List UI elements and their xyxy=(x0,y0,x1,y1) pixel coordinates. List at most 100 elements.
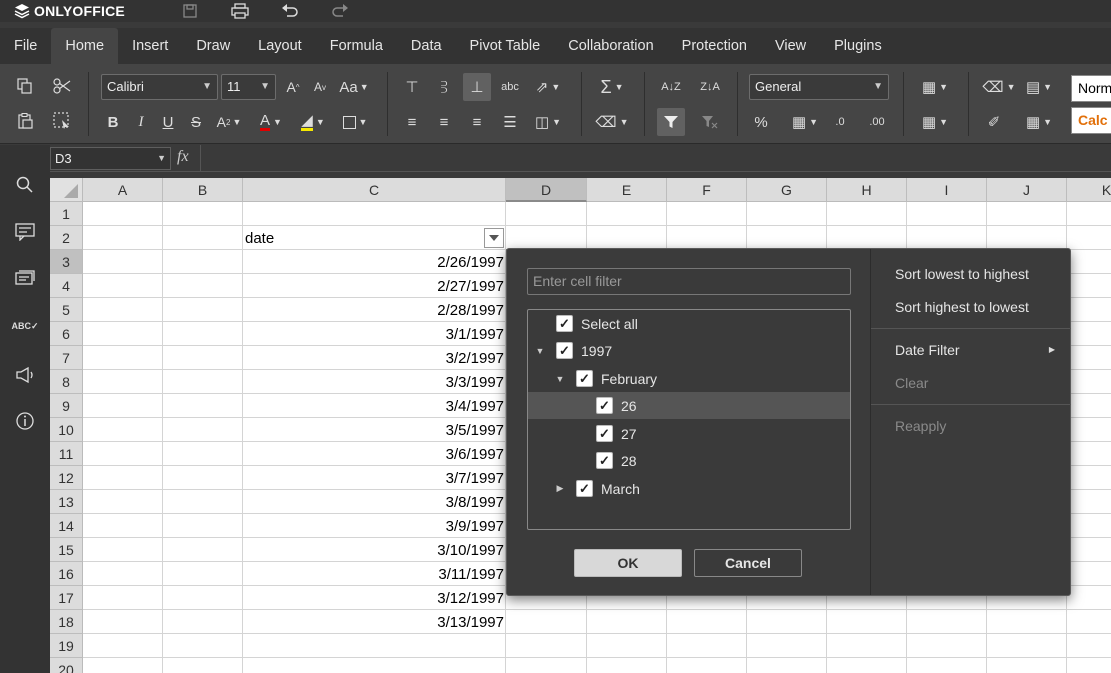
row-header-14[interactable]: 14 xyxy=(50,514,83,538)
row-header-13[interactable]: 13 xyxy=(50,490,83,514)
clear-filter-icon[interactable] xyxy=(696,108,724,136)
cell-c11[interactable]: 3/6/1997 xyxy=(243,442,504,466)
align-top-icon[interactable]: ⊤ xyxy=(398,73,426,101)
row-header-19[interactable]: 19 xyxy=(50,634,83,658)
tab-collaboration[interactable]: Collaboration xyxy=(554,28,667,64)
increase-decimal-icon[interactable]: .00 xyxy=(863,108,891,136)
tab-file[interactable]: File xyxy=(0,28,51,64)
formula-input[interactable] xyxy=(205,149,1105,169)
justify-icon[interactable]: ☰ xyxy=(496,108,524,136)
decrease-decimal-icon[interactable]: .0 xyxy=(826,108,854,136)
accounting-icon[interactable]: ▦ ▼ xyxy=(786,108,824,136)
tab-pivot-table[interactable]: Pivot Table xyxy=(456,28,555,64)
autofilter-dropdown-button[interactable] xyxy=(484,228,504,248)
cell-c15[interactable]: 3/10/1997 xyxy=(243,538,504,562)
filter-item-february[interactable]: ▼ ✓ February xyxy=(528,365,850,392)
filter-icon[interactable] xyxy=(657,108,685,136)
filter-item-select-all[interactable]: ✓ Select all xyxy=(528,310,850,337)
cell-c16[interactable]: 3/11/1997 xyxy=(243,562,504,586)
paste-icon[interactable] xyxy=(11,107,39,135)
row-header-16[interactable]: 16 xyxy=(50,562,83,586)
row-header-1[interactable]: 1 xyxy=(50,202,83,226)
column-header-k[interactable]: K xyxy=(1067,178,1111,202)
row-header-10[interactable]: 10 xyxy=(50,418,83,442)
redo-icon[interactable] xyxy=(315,0,365,22)
row-header-11[interactable]: 11 xyxy=(50,442,83,466)
filter-item-day-27[interactable]: ✓ 27 xyxy=(528,420,850,447)
tab-home[interactable]: Home xyxy=(51,28,119,64)
row-header-8[interactable]: 8 xyxy=(50,370,83,394)
column-header-g[interactable]: G xyxy=(747,178,827,202)
row-header-17[interactable]: 17 xyxy=(50,586,83,610)
search-icon[interactable] xyxy=(12,172,38,198)
insert-cells-icon[interactable]: ▦ ▼ xyxy=(916,73,954,101)
tab-data[interactable]: Data xyxy=(397,28,456,64)
name-box[interactable]: D3 ▼ xyxy=(50,147,171,170)
filter-item-day-28[interactable]: ✓ 28 xyxy=(528,447,850,474)
cell-c3[interactable]: 2/26/1997 xyxy=(243,250,504,274)
column-header-i[interactable]: I xyxy=(907,178,987,202)
comments-icon[interactable] xyxy=(12,219,38,245)
row-header-6[interactable]: 6 xyxy=(50,322,83,346)
chat-icon[interactable] xyxy=(12,266,38,292)
cell-c2[interactable]: date xyxy=(245,226,274,250)
column-header-b[interactable]: B xyxy=(163,178,243,202)
cell-c12[interactable]: 3/7/1997 xyxy=(243,466,504,490)
borders-icon[interactable]: ▼ xyxy=(336,108,374,136)
cell-c13[interactable]: 3/8/1997 xyxy=(243,490,504,514)
cancel-button[interactable]: Cancel xyxy=(694,549,802,577)
undo-icon[interactable] xyxy=(265,0,315,22)
sort-descending-icon[interactable]: Z↓A xyxy=(696,73,724,101)
sort-descending-item[interactable]: Sort highest to lowest xyxy=(895,299,1029,315)
row-header-12[interactable]: 12 xyxy=(50,466,83,490)
font-name-select[interactable]: Calibri ▼ xyxy=(101,74,218,100)
row-header-7[interactable]: 7 xyxy=(50,346,83,370)
align-left-icon[interactable]: ≡ xyxy=(398,108,426,136)
conditional-formatting-icon[interactable]: ▤ ▼ xyxy=(1020,73,1058,101)
align-right-icon[interactable]: ≡ xyxy=(463,108,491,136)
merge-cells-icon[interactable]: ◫ ▼ xyxy=(529,108,567,136)
filter-item-march[interactable]: ▶ ✓ March xyxy=(528,475,850,502)
column-header-h[interactable]: H xyxy=(827,178,907,202)
format-as-table-icon[interactable]: ▦ ▼ xyxy=(1020,108,1058,136)
percent-icon[interactable]: % xyxy=(747,108,775,136)
function-icon[interactable]: fx xyxy=(177,148,189,166)
cell-c7[interactable]: 3/2/1997 xyxy=(243,346,504,370)
about-icon[interactable] xyxy=(12,408,38,434)
print-icon[interactable] xyxy=(215,0,265,22)
cell-c9[interactable]: 3/4/1997 xyxy=(243,394,504,418)
tab-formula[interactable]: Formula xyxy=(316,28,397,64)
row-header-4[interactable]: 4 xyxy=(50,274,83,298)
column-header-f[interactable]: F xyxy=(667,178,747,202)
column-header-a[interactable]: A xyxy=(83,178,163,202)
filter-item-year-1997[interactable]: ▼ ✓ 1997 xyxy=(528,337,850,364)
feedback-icon[interactable] xyxy=(12,362,38,388)
column-header-e[interactable]: E xyxy=(587,178,667,202)
font-color-icon[interactable]: A ▼ xyxy=(252,108,290,136)
cell-style-normal[interactable]: Norm xyxy=(1071,75,1111,102)
cell-c14[interactable]: 3/9/1997 xyxy=(243,514,504,538)
increase-font-icon[interactable]: A ^ xyxy=(279,73,307,101)
ok-button[interactable]: OK xyxy=(574,549,682,577)
select-all-icon[interactable] xyxy=(48,107,76,135)
reapply-item[interactable]: Reapply xyxy=(895,418,946,434)
wrap-text-icon[interactable]: abc xyxy=(496,73,524,101)
underline-icon[interactable]: U xyxy=(154,108,182,136)
tab-protection[interactable]: Protection xyxy=(668,28,761,64)
cell-c17[interactable]: 3/12/1997 xyxy=(243,586,504,610)
italic-icon[interactable]: I xyxy=(127,108,155,136)
align-middle-icon[interactable]: ⫖ xyxy=(430,73,458,101)
save-icon[interactable] xyxy=(165,0,215,22)
clear-icon[interactable]: ⌫ ▼ xyxy=(980,73,1018,101)
row-header-3[interactable]: 3 xyxy=(50,250,83,274)
subscript-icon[interactable]: A 2 ▼ xyxy=(210,108,248,136)
column-header-c[interactable]: C xyxy=(243,178,506,202)
cell-c18[interactable]: 3/13/1997 xyxy=(243,610,504,634)
row-header-20[interactable]: 20 xyxy=(50,658,83,673)
row-header-18[interactable]: 18 xyxy=(50,610,83,634)
tab-plugins[interactable]: Plugins xyxy=(820,28,896,64)
cell-c8[interactable]: 3/3/1997 xyxy=(243,370,504,394)
column-header-j[interactable]: J xyxy=(987,178,1067,202)
row-header-9[interactable]: 9 xyxy=(50,394,83,418)
delete-cells-icon[interactable]: ▦ ▼ xyxy=(916,108,954,136)
